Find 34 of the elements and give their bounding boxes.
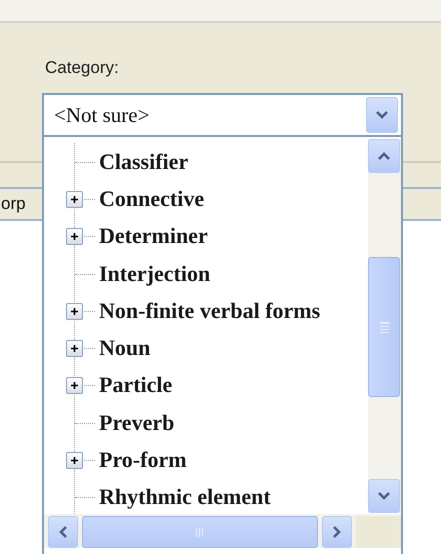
category-label: Category: xyxy=(45,58,119,77)
expand-icon[interactable] xyxy=(66,377,83,394)
expand-icon[interactable] xyxy=(66,302,83,320)
scroll-thumb[interactable] xyxy=(368,257,400,397)
category-dropdown[interactable]: <Not sure> xyxy=(42,93,403,137)
expand-icon[interactable] xyxy=(66,340,83,358)
vertical-scrollbar[interactable] xyxy=(368,139,401,513)
tree-item[interactable]: Classifier xyxy=(44,143,364,180)
scroll-up-button[interactable] xyxy=(368,139,400,173)
chevron-down-icon xyxy=(377,491,391,501)
tree-item[interactable]: Pro-form xyxy=(44,441,364,479)
expand-icon[interactable] xyxy=(66,452,83,470)
chevron-up-icon xyxy=(377,151,391,161)
horizontal-scroll-thumb[interactable] xyxy=(82,516,318,548)
expand-icon[interactable] xyxy=(66,228,83,246)
partial-label: orp xyxy=(1,194,26,214)
tree-item[interactable]: Interjection xyxy=(44,254,364,292)
tree-item[interactable]: Particle xyxy=(44,366,364,404)
tree-item[interactable]: Non-finite verbal forms xyxy=(44,292,364,330)
chevron-left-icon xyxy=(58,525,68,539)
tree-item[interactable]: Connective xyxy=(44,180,364,218)
scrollbar-corner xyxy=(356,516,401,548)
scroll-down-button[interactable] xyxy=(368,479,400,513)
scroll-right-button[interactable] xyxy=(322,516,352,548)
scroll-left-button[interactable] xyxy=(48,516,78,548)
horizontal-scrollbar[interactable] xyxy=(44,514,401,548)
tree-item[interactable]: Determiner xyxy=(44,218,364,255)
dropdown-arrow-button[interactable] xyxy=(366,97,398,133)
tree-item[interactable]: Rhythmic element xyxy=(44,478,364,516)
expand-icon[interactable] xyxy=(66,190,83,208)
tree-item[interactable]: Noun xyxy=(44,329,364,367)
chevron-right-icon xyxy=(332,525,342,539)
tree-item[interactable]: Preverb xyxy=(44,404,364,442)
chevron-down-icon xyxy=(375,110,389,120)
